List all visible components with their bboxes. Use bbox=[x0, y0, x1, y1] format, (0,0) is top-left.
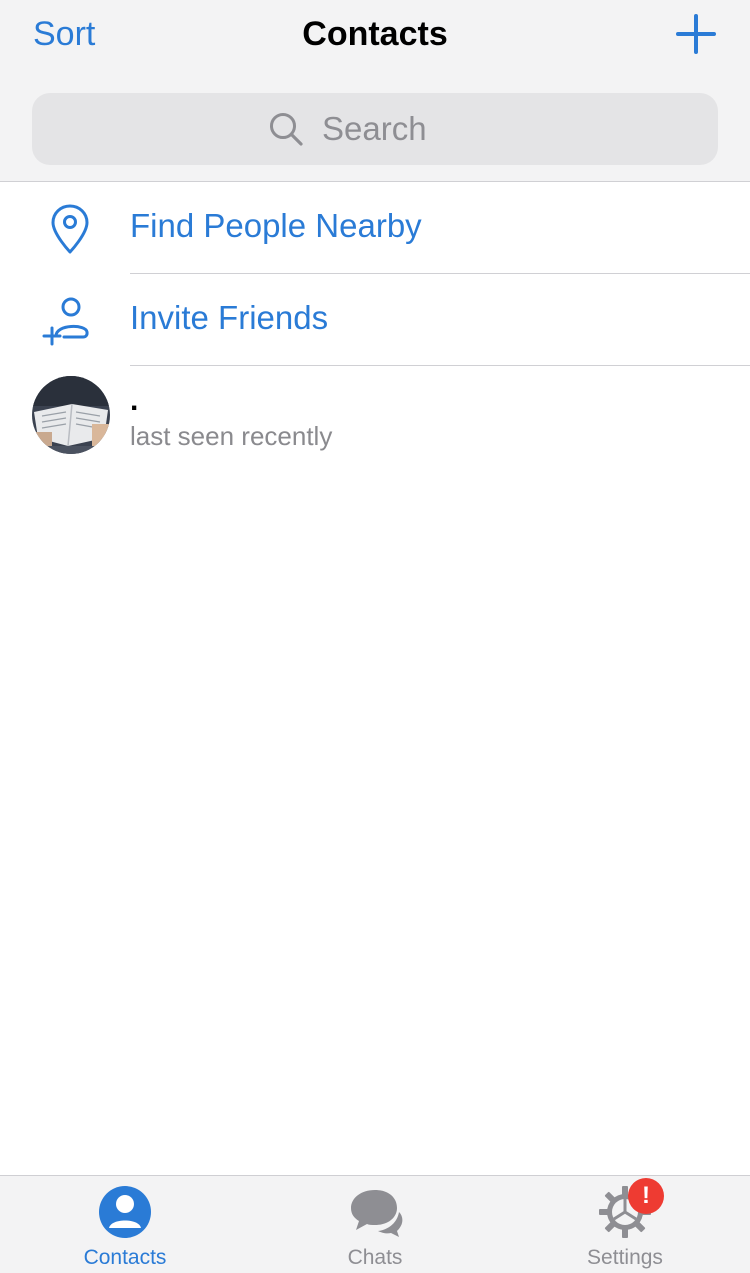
plus-icon bbox=[676, 14, 716, 54]
add-contact-button[interactable] bbox=[674, 12, 718, 56]
contacts-screen: Sort Contacts Find People Nearby bbox=[0, 0, 750, 1273]
contacts-list: Find People Nearby Invite Friends . last… bbox=[0, 182, 750, 464]
person-icon bbox=[99, 1186, 151, 1238]
invite-friends-row[interactable]: Invite Friends bbox=[0, 274, 750, 366]
photo-avatar-icon bbox=[32, 376, 110, 454]
header: Sort Contacts bbox=[0, 0, 750, 182]
add-person-icon bbox=[42, 297, 89, 346]
search-icon bbox=[270, 113, 303, 146]
find-people-nearby-row[interactable]: Find People Nearby bbox=[0, 182, 750, 274]
contact-avatar bbox=[32, 376, 110, 454]
page-title: Contacts bbox=[302, 15, 448, 53]
tab-settings-label: Settings bbox=[587, 1246, 663, 1269]
tab-chats[interactable]: Chats bbox=[250, 1176, 500, 1273]
search-bar[interactable] bbox=[32, 93, 718, 165]
invite-friends-label: Invite Friends bbox=[130, 299, 329, 336]
tab-chats-label: Chats bbox=[347, 1246, 403, 1269]
find-people-nearby-label: Find People Nearby bbox=[130, 207, 422, 244]
tab-contacts-label: Contacts bbox=[83, 1246, 167, 1269]
tab-settings[interactable]: ! Settings bbox=[500, 1176, 750, 1273]
contact-name: . bbox=[130, 384, 139, 417]
chat-bubbles-icon bbox=[351, 1190, 403, 1237]
search-input[interactable] bbox=[322, 110, 482, 148]
contact-status: last seen recently bbox=[130, 421, 333, 451]
tab-bar: Contacts Chats ! Settings bbox=[0, 1175, 750, 1273]
location-pin-icon bbox=[51, 204, 89, 254]
tab-contacts[interactable]: Contacts bbox=[0, 1176, 250, 1273]
settings-alert-badge: ! bbox=[628, 1178, 664, 1214]
contact-row[interactable]: . last seen recently bbox=[0, 366, 750, 464]
